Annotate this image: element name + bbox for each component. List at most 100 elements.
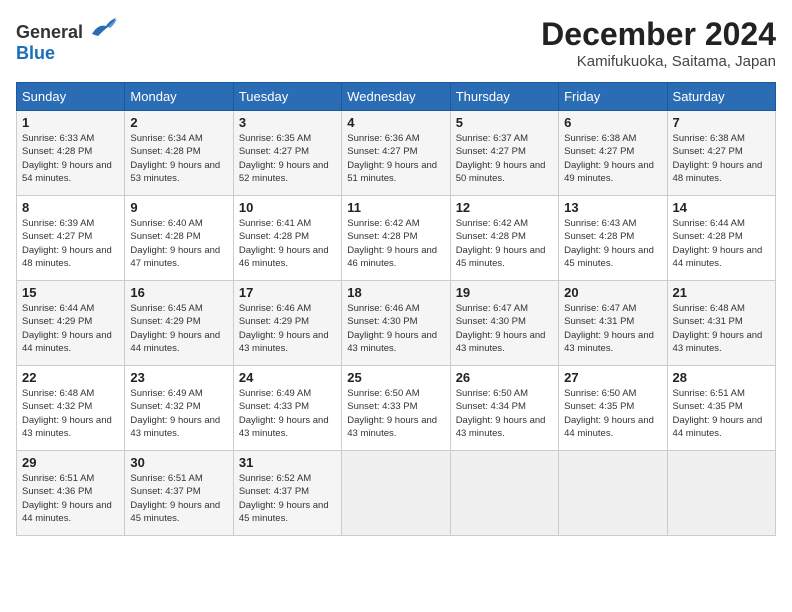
- calendar-cell: [450, 451, 558, 536]
- day-number: 30: [130, 455, 227, 470]
- day-number: 12: [456, 200, 553, 215]
- calendar-cell: 6 Sunrise: 6:38 AM Sunset: 4:27 PM Dayli…: [559, 111, 667, 196]
- weekday-header-wednesday: Wednesday: [342, 83, 450, 111]
- day-info: Sunrise: 6:47 AM Sunset: 4:30 PM Dayligh…: [456, 302, 553, 355]
- logo: General Blue: [16, 16, 118, 64]
- day-number: 14: [673, 200, 770, 215]
- day-info: Sunrise: 6:40 AM Sunset: 4:28 PM Dayligh…: [130, 217, 227, 270]
- calendar-cell: 22 Sunrise: 6:48 AM Sunset: 4:32 PM Dayl…: [17, 366, 125, 451]
- day-info: Sunrise: 6:47 AM Sunset: 4:31 PM Dayligh…: [564, 302, 661, 355]
- day-info: Sunrise: 6:45 AM Sunset: 4:29 PM Dayligh…: [130, 302, 227, 355]
- calendar-cell: 9 Sunrise: 6:40 AM Sunset: 4:28 PM Dayli…: [125, 196, 233, 281]
- calendar-cell: 2 Sunrise: 6:34 AM Sunset: 4:28 PM Dayli…: [125, 111, 233, 196]
- day-info: Sunrise: 6:36 AM Sunset: 4:27 PM Dayligh…: [347, 132, 444, 185]
- day-number: 13: [564, 200, 661, 215]
- day-info: Sunrise: 6:46 AM Sunset: 4:29 PM Dayligh…: [239, 302, 336, 355]
- week-row-3: 15 Sunrise: 6:44 AM Sunset: 4:29 PM Dayl…: [17, 281, 776, 366]
- day-number: 2: [130, 115, 227, 130]
- logo-text: General Blue: [16, 16, 118, 64]
- calendar-cell: 21 Sunrise: 6:48 AM Sunset: 4:31 PM Dayl…: [667, 281, 775, 366]
- calendar-cell: 30 Sunrise: 6:51 AM Sunset: 4:37 PM Dayl…: [125, 451, 233, 536]
- calendar-cell: 12 Sunrise: 6:42 AM Sunset: 4:28 PM Dayl…: [450, 196, 558, 281]
- day-number: 9: [130, 200, 227, 215]
- calendar-cell: 7 Sunrise: 6:38 AM Sunset: 4:27 PM Dayli…: [667, 111, 775, 196]
- day-number: 28: [673, 370, 770, 385]
- day-info: Sunrise: 6:50 AM Sunset: 4:35 PM Dayligh…: [564, 387, 661, 440]
- calendar-cell: 27 Sunrise: 6:50 AM Sunset: 4:35 PM Dayl…: [559, 366, 667, 451]
- day-number: 18: [347, 285, 444, 300]
- day-info: Sunrise: 6:51 AM Sunset: 4:35 PM Dayligh…: [673, 387, 770, 440]
- weekday-header-row: SundayMondayTuesdayWednesdayThursdayFrid…: [17, 83, 776, 111]
- day-number: 3: [239, 115, 336, 130]
- calendar-table: SundayMondayTuesdayWednesdayThursdayFrid…: [16, 82, 776, 536]
- day-number: 6: [564, 115, 661, 130]
- day-number: 27: [564, 370, 661, 385]
- weekday-header-thursday: Thursday: [450, 83, 558, 111]
- day-number: 26: [456, 370, 553, 385]
- day-number: 17: [239, 285, 336, 300]
- weekday-header-monday: Monday: [125, 83, 233, 111]
- day-info: Sunrise: 6:38 AM Sunset: 4:27 PM Dayligh…: [673, 132, 770, 185]
- weekday-header-saturday: Saturday: [667, 83, 775, 111]
- calendar-cell: 20 Sunrise: 6:47 AM Sunset: 4:31 PM Dayl…: [559, 281, 667, 366]
- day-info: Sunrise: 6:39 AM Sunset: 4:27 PM Dayligh…: [22, 217, 119, 270]
- calendar-cell: 25 Sunrise: 6:50 AM Sunset: 4:33 PM Dayl…: [342, 366, 450, 451]
- calendar-cell: 1 Sunrise: 6:33 AM Sunset: 4:28 PM Dayli…: [17, 111, 125, 196]
- day-number: 22: [22, 370, 119, 385]
- day-number: 21: [673, 285, 770, 300]
- weekday-header-tuesday: Tuesday: [233, 83, 341, 111]
- logo-general: General: [16, 22, 83, 42]
- day-info: Sunrise: 6:35 AM Sunset: 4:27 PM Dayligh…: [239, 132, 336, 185]
- day-number: 25: [347, 370, 444, 385]
- day-number: 29: [22, 455, 119, 470]
- location-title: Kamifukuoka, Saitama, Japan: [541, 53, 776, 70]
- calendar-cell: 31 Sunrise: 6:52 AM Sunset: 4:37 PM Dayl…: [233, 451, 341, 536]
- calendar-cell: 5 Sunrise: 6:37 AM Sunset: 4:27 PM Dayli…: [450, 111, 558, 196]
- day-number: 15: [22, 285, 119, 300]
- day-info: Sunrise: 6:42 AM Sunset: 4:28 PM Dayligh…: [347, 217, 444, 270]
- calendar-cell: 14 Sunrise: 6:44 AM Sunset: 4:28 PM Dayl…: [667, 196, 775, 281]
- calendar-cell: 3 Sunrise: 6:35 AM Sunset: 4:27 PM Dayli…: [233, 111, 341, 196]
- weekday-header-sunday: Sunday: [17, 83, 125, 111]
- calendar-cell: 11 Sunrise: 6:42 AM Sunset: 4:28 PM Dayl…: [342, 196, 450, 281]
- calendar-cell: [342, 451, 450, 536]
- weekday-header-friday: Friday: [559, 83, 667, 111]
- day-info: Sunrise: 6:44 AM Sunset: 4:28 PM Dayligh…: [673, 217, 770, 270]
- day-info: Sunrise: 6:44 AM Sunset: 4:29 PM Dayligh…: [22, 302, 119, 355]
- calendar-cell: 18 Sunrise: 6:46 AM Sunset: 4:30 PM Dayl…: [342, 281, 450, 366]
- calendar-cell: 13 Sunrise: 6:43 AM Sunset: 4:28 PM Dayl…: [559, 196, 667, 281]
- day-number: 23: [130, 370, 227, 385]
- page-header: General Blue December 2024 Kamifukuoka, …: [16, 16, 776, 70]
- logo-blue: Blue: [16, 43, 55, 63]
- month-title: December 2024: [541, 16, 776, 53]
- week-row-4: 22 Sunrise: 6:48 AM Sunset: 4:32 PM Dayl…: [17, 366, 776, 451]
- day-info: Sunrise: 6:52 AM Sunset: 4:37 PM Dayligh…: [239, 472, 336, 525]
- day-info: Sunrise: 6:34 AM Sunset: 4:28 PM Dayligh…: [130, 132, 227, 185]
- week-row-1: 1 Sunrise: 6:33 AM Sunset: 4:28 PM Dayli…: [17, 111, 776, 196]
- day-number: 31: [239, 455, 336, 470]
- title-area: December 2024 Kamifukuoka, Saitama, Japa…: [541, 16, 776, 70]
- day-info: Sunrise: 6:51 AM Sunset: 4:37 PM Dayligh…: [130, 472, 227, 525]
- day-info: Sunrise: 6:49 AM Sunset: 4:33 PM Dayligh…: [239, 387, 336, 440]
- day-info: Sunrise: 6:38 AM Sunset: 4:27 PM Dayligh…: [564, 132, 661, 185]
- day-number: 24: [239, 370, 336, 385]
- calendar-cell: [667, 451, 775, 536]
- day-number: 11: [347, 200, 444, 215]
- calendar-cell: 17 Sunrise: 6:46 AM Sunset: 4:29 PM Dayl…: [233, 281, 341, 366]
- day-number: 20: [564, 285, 661, 300]
- day-info: Sunrise: 6:43 AM Sunset: 4:28 PM Dayligh…: [564, 217, 661, 270]
- day-number: 19: [456, 285, 553, 300]
- day-info: Sunrise: 6:41 AM Sunset: 4:28 PM Dayligh…: [239, 217, 336, 270]
- day-info: Sunrise: 6:48 AM Sunset: 4:32 PM Dayligh…: [22, 387, 119, 440]
- calendar-cell: 29 Sunrise: 6:51 AM Sunset: 4:36 PM Dayl…: [17, 451, 125, 536]
- day-info: Sunrise: 6:37 AM Sunset: 4:27 PM Dayligh…: [456, 132, 553, 185]
- day-number: 8: [22, 200, 119, 215]
- week-row-2: 8 Sunrise: 6:39 AM Sunset: 4:27 PM Dayli…: [17, 196, 776, 281]
- calendar-cell: 19 Sunrise: 6:47 AM Sunset: 4:30 PM Dayl…: [450, 281, 558, 366]
- day-info: Sunrise: 6:46 AM Sunset: 4:30 PM Dayligh…: [347, 302, 444, 355]
- calendar-cell: 24 Sunrise: 6:49 AM Sunset: 4:33 PM Dayl…: [233, 366, 341, 451]
- day-info: Sunrise: 6:48 AM Sunset: 4:31 PM Dayligh…: [673, 302, 770, 355]
- day-info: Sunrise: 6:33 AM Sunset: 4:28 PM Dayligh…: [22, 132, 119, 185]
- calendar-cell: 8 Sunrise: 6:39 AM Sunset: 4:27 PM Dayli…: [17, 196, 125, 281]
- logo-bird-icon: [90, 16, 118, 38]
